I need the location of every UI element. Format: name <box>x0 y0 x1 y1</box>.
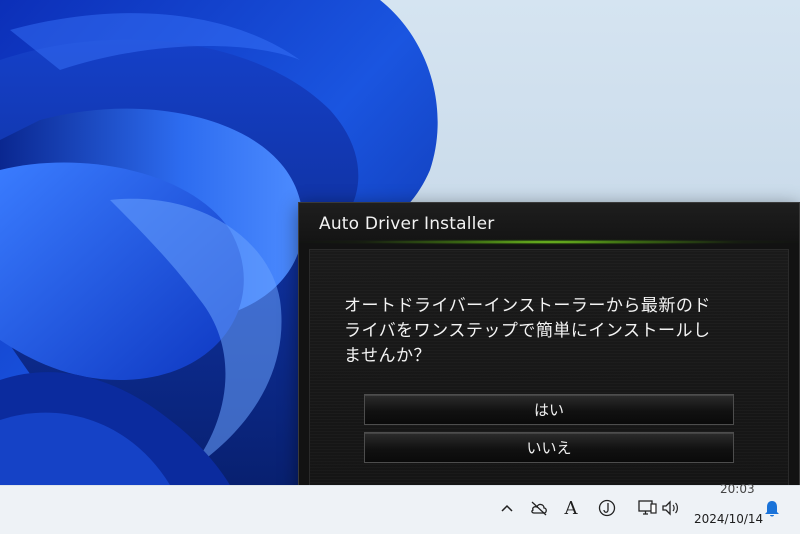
ime-mode-label: A <box>564 497 578 519</box>
cloud-offline-icon[interactable] <box>528 496 550 520</box>
yes-button[interactable]: はい <box>364 394 734 425</box>
clock-time: 20:03 <box>720 482 755 496</box>
clock-date: 2024/10/14 <box>694 512 764 526</box>
dialog-titlebar[interactable]: Auto Driver Installer <box>299 203 799 241</box>
chevron-up-icon[interactable] <box>498 496 516 520</box>
no-button[interactable]: いいえ <box>364 432 734 463</box>
network-icon[interactable] <box>636 496 658 520</box>
dialog-title: Auto Driver Installer <box>319 214 495 234</box>
taskbar: A 20:03 2024/10/14 <box>0 482 800 534</box>
message-line: ライバをワンステップで簡単にインストールし <box>344 321 711 341</box>
notification-bell-icon[interactable] <box>762 496 782 520</box>
japanese-input-icon[interactable] <box>596 496 618 520</box>
no-button-label: いいえ <box>526 439 572 457</box>
title-accent-glow <box>299 239 799 245</box>
volume-icon[interactable] <box>660 496 682 520</box>
message-line: オートドライバーインストーラーから最新のド <box>344 296 711 316</box>
message-line: ませんか？ <box>344 346 431 366</box>
ime-mode-icon[interactable]: A <box>560 496 582 520</box>
dialog-body: オートドライバーインストーラーから最新のド ライバをワンステップで簡単にインスト… <box>309 249 789 487</box>
auto-driver-installer-dialog: Auto Driver Installer オートドライバーインストーラーから最… <box>298 202 800 500</box>
yes-button-label: はい <box>533 401 564 419</box>
dialog-message: オートドライバーインストーラーから最新のド ライバをワンステップで簡単にインスト… <box>344 294 764 369</box>
